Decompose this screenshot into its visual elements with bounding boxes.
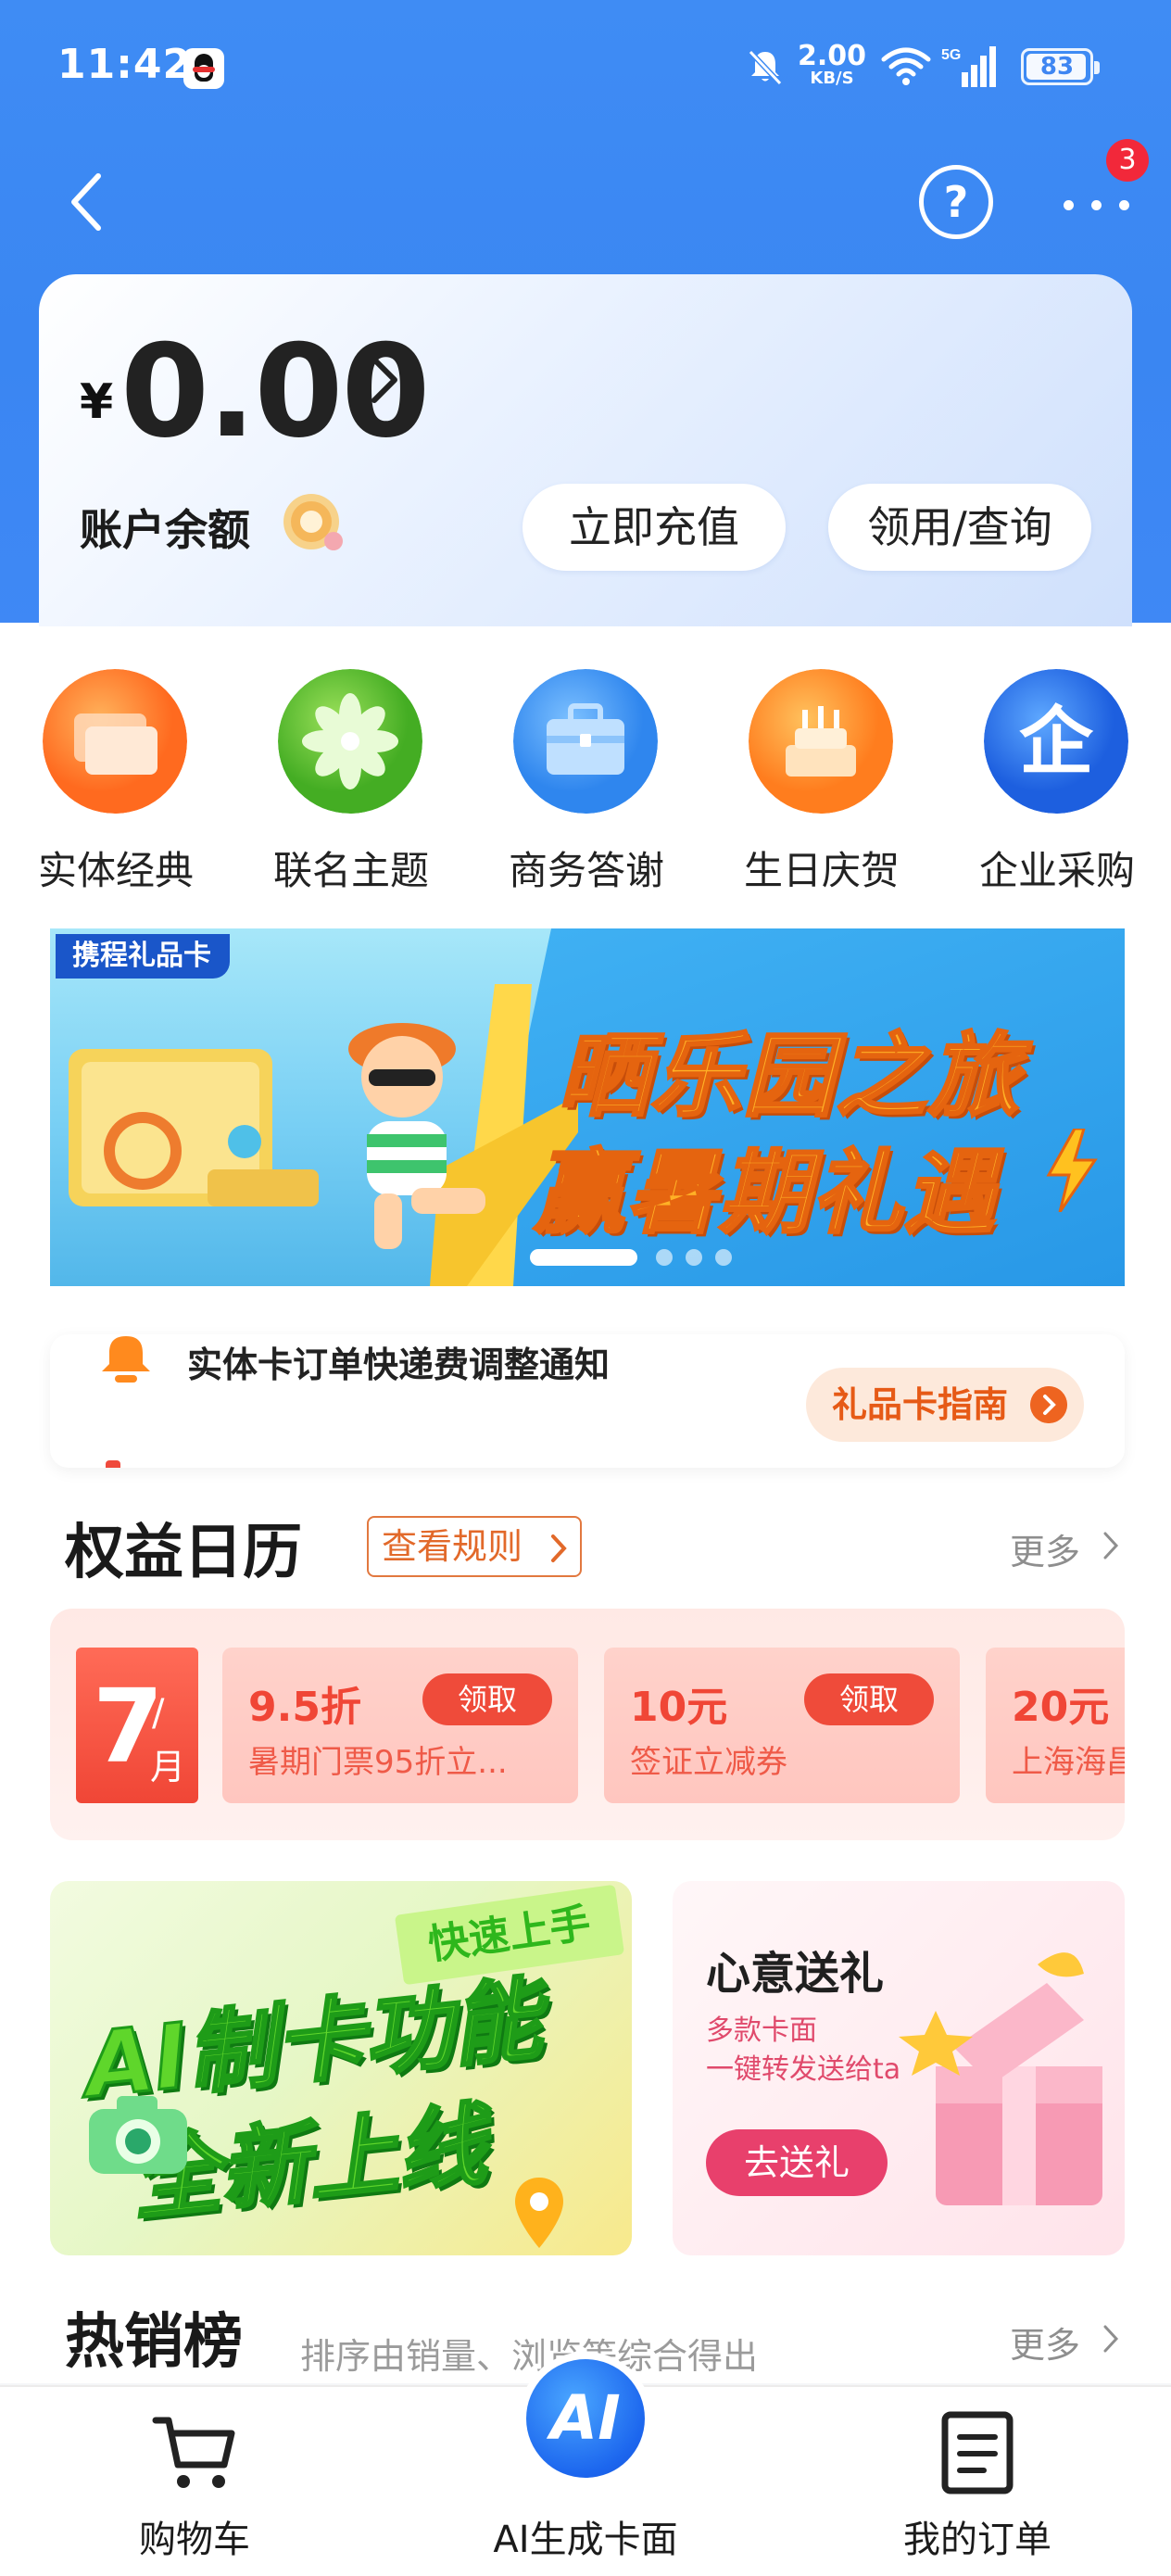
category-birthday[interactable]: 生日庆贺 bbox=[706, 669, 910, 901]
bell-icon bbox=[102, 1336, 150, 1383]
coupon-card[interactable]: 20元 上海海昌 bbox=[986, 1648, 1125, 1803]
cake-icon bbox=[749, 669, 893, 814]
card-stack-icon bbox=[43, 669, 187, 814]
gift-subtitle: 一键转发送给ta bbox=[706, 2053, 901, 2086]
chevron-right-icon bbox=[1103, 1532, 1119, 1559]
gift-title: 心意送礼 bbox=[706, 1948, 885, 2000]
section-title-hot-list: 热销榜 bbox=[65, 2308, 243, 2377]
benefits-calendar: 7 / 月 9.5折 领取 暑期门票95折立... 10元 领取 签证立减券 2… bbox=[50, 1609, 1125, 1840]
notification-badge: 3 bbox=[1106, 139, 1149, 182]
tab-my-orders[interactable]: 我的订单 bbox=[871, 2387, 1084, 2576]
status-bar: 11:42 2.00 KB/S 5G 83 bbox=[0, 0, 1171, 139]
category-physical-classic[interactable]: 实体经典 bbox=[0, 669, 204, 901]
camera-icon bbox=[89, 2096, 187, 2174]
month-box: 7 / 月 bbox=[76, 1648, 198, 1803]
svg-text:5G: 5G bbox=[941, 47, 961, 63]
coupon-desc: 暑期门票95折立... bbox=[248, 1744, 508, 1781]
promo-banner[interactable]: 携程礼品卡 晒乐园之旅 赢暑期礼遇 bbox=[50, 928, 1125, 1286]
battery-indicator: 83 bbox=[1021, 48, 1100, 85]
status-time: 11:42 bbox=[57, 41, 193, 88]
notice-text[interactable]: 实体卡订单快递费调整通知 bbox=[187, 1336, 610, 1387]
briefcase-icon bbox=[513, 669, 658, 814]
collect-query-button[interactable]: 领用/查询 bbox=[828, 484, 1091, 571]
chevron-right-icon bbox=[551, 1534, 567, 1562]
gift-sending-promo[interactable]: 心意送礼 多款卡面 一键转发送给ta 去送礼 bbox=[673, 1881, 1125, 2255]
tab-label: 我的订单 bbox=[903, 2519, 1051, 2561]
tab-label: 购物车 bbox=[139, 2519, 250, 2561]
category-business-thanks[interactable]: 商务答谢 bbox=[471, 669, 674, 901]
category-label: 企业采购 bbox=[978, 848, 1135, 893]
balance-card: ¥ 0.00 账户余额 立即充值 领用/查询 bbox=[39, 274, 1132, 626]
balance-label: 账户余额 bbox=[80, 505, 250, 555]
banner-headline-1: 晒乐园之旅 bbox=[556, 1023, 1022, 1131]
coupon-value: 10元 bbox=[630, 1684, 728, 1731]
coupon-value: 9.5折 bbox=[248, 1684, 361, 1731]
signal-icon: 5G bbox=[941, 46, 996, 87]
carousel-indicator[interactable] bbox=[530, 1249, 734, 1268]
flower-icon bbox=[278, 669, 422, 814]
lightning-icon bbox=[1046, 1129, 1098, 1212]
coupon-desc: 上海海昌 bbox=[1012, 1744, 1125, 1781]
qq-notification-icon bbox=[183, 48, 224, 89]
coupon-card[interactable]: 9.5折 领取 暑期门票95折立... bbox=[222, 1648, 578, 1803]
back-button[interactable] bbox=[56, 165, 120, 239]
suitcase-illustration bbox=[69, 1049, 319, 1206]
section-title-calendar: 权益日历 bbox=[65, 1519, 302, 1587]
kid-illustration bbox=[348, 1023, 485, 1249]
claim-button[interactable]: 领取 bbox=[804, 1673, 934, 1725]
tab-label: AI生成卡面 bbox=[493, 2519, 678, 2561]
ai-generate-button[interactable]: AI bbox=[519, 2352, 652, 2485]
gift-card-guide-button[interactable]: 礼品卡指南 bbox=[806, 1368, 1084, 1442]
category-co-branded[interactable]: 联名主题 bbox=[235, 669, 439, 901]
currency-symbol: ¥ bbox=[80, 374, 114, 430]
question-icon: ? bbox=[943, 177, 969, 227]
banner-headline-2: 赢暑期礼遇 bbox=[532, 1140, 998, 1248]
mute-bell-icon bbox=[748, 49, 783, 86]
calendar-more-link[interactable]: 更多 bbox=[1010, 1523, 1119, 1574]
gift-subtitle: 多款卡面 bbox=[706, 2014, 817, 2047]
chevron-right-icon bbox=[1030, 1386, 1067, 1423]
chevron-right-icon bbox=[1103, 2325, 1119, 2353]
category-label: 联名主题 bbox=[272, 848, 429, 893]
help-button[interactable]: ? bbox=[919, 165, 993, 239]
ai-card-feature-promo[interactable]: 快速上手 AI制卡功能 全新上线 bbox=[50, 1881, 632, 2255]
hot-list-more-link[interactable]: 更多 bbox=[1010, 2317, 1119, 2368]
send-gift-button[interactable]: 去送礼 bbox=[706, 2129, 888, 2196]
category-label: 实体经典 bbox=[37, 848, 194, 893]
category-label: 生日庆贺 bbox=[743, 848, 900, 893]
enterprise-icon: 企 bbox=[984, 669, 1128, 814]
gift-box-icon bbox=[899, 1952, 1102, 2205]
network-speed: 2.00 KB/S bbox=[797, 40, 867, 88]
order-list-icon bbox=[941, 2411, 1014, 2494]
tab-cart[interactable]: 购物车 bbox=[93, 2387, 296, 2576]
svg-text:企: 企 bbox=[1019, 699, 1094, 785]
coin-icon bbox=[283, 494, 343, 550]
hot-list-subtitle: 排序由销量、浏览等综合得出 bbox=[300, 2336, 759, 2377]
coupon-card[interactable]: 10元 领取 签证立减券 bbox=[604, 1648, 960, 1803]
chevron-right-icon[interactable] bbox=[361, 343, 408, 417]
recharge-button[interactable]: 立即充值 bbox=[523, 484, 786, 571]
view-rules-button[interactable]: 查看规则 bbox=[367, 1516, 582, 1577]
notice-bar[interactable]: 实体卡订单快递费调整通知 礼品卡指南 bbox=[50, 1334, 1125, 1468]
next-notice-peek bbox=[106, 1460, 120, 1468]
location-pin-icon bbox=[515, 2178, 563, 2248]
claim-button[interactable]: 领取 bbox=[422, 1673, 552, 1725]
coupon-desc: 签证立减券 bbox=[630, 1744, 787, 1781]
coupon-value: 20元 bbox=[1012, 1684, 1110, 1731]
cart-icon bbox=[152, 2417, 235, 2488]
category-label: 商务答谢 bbox=[508, 848, 664, 893]
wifi-icon bbox=[881, 47, 931, 85]
ai-icon: AI bbox=[526, 2359, 645, 2478]
brand-tag: 携程礼品卡 bbox=[56, 934, 230, 979]
category-enterprise-purchase[interactable]: 企 企业采购 bbox=[941, 669, 1145, 901]
